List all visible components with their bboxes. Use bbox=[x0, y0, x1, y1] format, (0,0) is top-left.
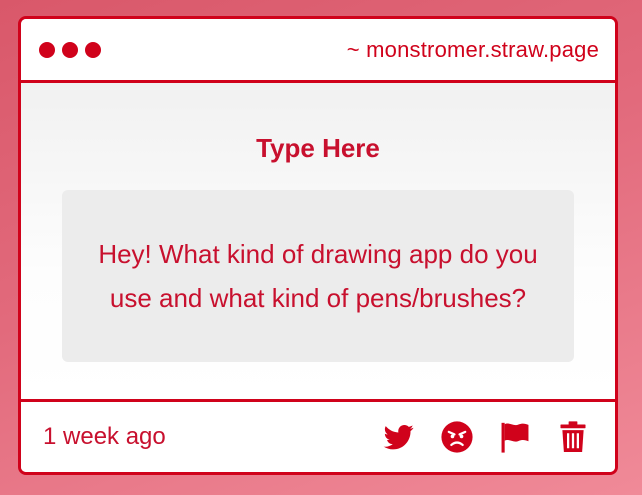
trash-icon bbox=[560, 421, 586, 452]
window-controls bbox=[39, 41, 101, 58]
window-dot-icon[interactable] bbox=[39, 41, 55, 58]
report-flag-button[interactable] bbox=[497, 419, 533, 455]
window-dot-icon[interactable] bbox=[62, 41, 78, 58]
window-dot-icon[interactable] bbox=[85, 41, 101, 58]
page-url[interactable]: ~ monstromer.straw.page bbox=[347, 37, 599, 63]
content-area: Type Here Hey! What kind of drawing app … bbox=[21, 83, 615, 402]
react-angry-button[interactable] bbox=[439, 419, 475, 455]
twitter-icon bbox=[383, 425, 414, 450]
share-twitter-button[interactable] bbox=[381, 419, 417, 455]
footer-bar: 1 week ago bbox=[21, 402, 615, 472]
message-text: Hey! What kind of drawing app do you use… bbox=[98, 239, 538, 313]
browser-window: ~ monstromer.straw.page Type Here Hey! W… bbox=[18, 16, 618, 475]
flag-icon bbox=[501, 422, 529, 453]
message-card: Hey! What kind of drawing app do you use… bbox=[62, 190, 574, 362]
page-title: Type Here bbox=[256, 133, 380, 163]
action-group bbox=[381, 419, 591, 455]
delete-button[interactable] bbox=[555, 419, 591, 455]
timestamp: 1 week ago bbox=[43, 423, 166, 450]
title-bar: ~ monstromer.straw.page bbox=[21, 19, 615, 83]
angry-face-icon bbox=[441, 421, 473, 453]
